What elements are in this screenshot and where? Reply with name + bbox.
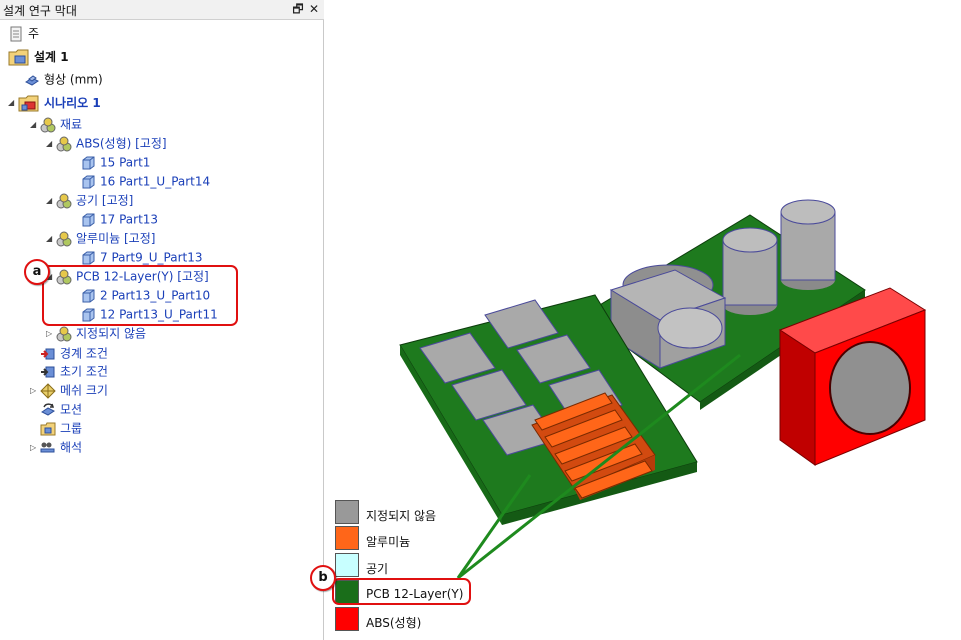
mesh-icon <box>40 382 56 399</box>
tree-item-aluminum-part1[interactable]: 7 Part9_U_Part13 <box>80 248 203 266</box>
collapse-arrow-icon[interactable]: ◢ <box>46 230 56 248</box>
tree-label-groups: 그룹 <box>60 421 83 436</box>
model-render <box>399 199 927 580</box>
tree-item-mesh[interactable]: ▷ 메쉬 크기 <box>30 381 108 399</box>
pcb-legend-highlight-box <box>332 578 471 605</box>
expand-arrow-icon[interactable]: ▷ <box>46 325 56 343</box>
tree-label-air-group: 공기 [고정] <box>76 193 134 208</box>
tree-label-unassigned: 지정되지 않음 <box>76 326 147 341</box>
part-icon <box>82 213 95 226</box>
tree-label-motion: 모션 <box>60 402 83 417</box>
collapse-arrow-icon[interactable]: ◢ <box>30 116 40 134</box>
tree-item-initial[interactable]: 초기 조건 <box>40 362 108 380</box>
legend-label-air: 공기 <box>366 562 389 576</box>
tree-item-geometry[interactable]: 형상 (mm) <box>24 70 103 88</box>
tree-label-scenario: 시나리오 1 <box>44 96 101 110</box>
geometry-icon <box>25 74 39 86</box>
tree-label-geometry: 형상 (mm) <box>44 72 103 87</box>
scenario-folder-icon <box>18 95 39 112</box>
solve-icon <box>40 442 55 452</box>
tree-label-study: 설계 1 <box>34 50 69 64</box>
legend-label-unassigned: 지정되지 않음 <box>366 509 437 523</box>
tree-item-aluminum-group[interactable]: ◢ 알루미늄 [고정] <box>46 229 155 247</box>
tree-label-abs-part1: 15 Part1 <box>100 155 151 170</box>
expand-arrow-icon[interactable]: ▷ <box>30 382 40 400</box>
legend-label-aluminum: 알루미늄 <box>366 535 411 549</box>
tree-item-abs-part1[interactable]: 15 Part1 <box>80 153 150 171</box>
legend-swatch-air <box>335 553 359 577</box>
tree-item-air-group[interactable]: ◢ 공기 [고정] <box>46 191 133 209</box>
tree-label-aluminum-group: 알루미늄 [고정] <box>76 231 156 246</box>
legend-swatch-abs <box>335 607 359 631</box>
tree-item-root[interactable]: 주 <box>8 24 39 42</box>
tree-item-boundary[interactable]: 경계 조건 <box>40 344 108 362</box>
close-icon[interactable]: ✕ <box>306 1 322 17</box>
collapse-arrow-icon[interactable]: ◢ <box>8 94 18 112</box>
tree-item-scenario[interactable]: ◢ 시나리오 1 <box>8 92 101 112</box>
restore-icon[interactable]: 🗗 <box>290 1 306 17</box>
tree-item-solve[interactable]: ▷ 해석 <box>30 438 82 456</box>
groups-folder-icon <box>40 422 56 435</box>
initial-condition-icon <box>41 366 55 377</box>
tree-label-abs-group: ABS(성형) [고정] <box>76 136 167 151</box>
tree-label-solve: 해석 <box>60 440 83 455</box>
legend-swatch-unassigned <box>335 500 359 524</box>
part-icon <box>82 175 95 188</box>
tree-label-boundary: 경계 조건 <box>60 346 108 361</box>
tree-label-root: 주 <box>28 26 40 41</box>
tree-item-motion[interactable]: 모션 <box>40 400 82 418</box>
study-folder-icon <box>8 49 29 66</box>
legend-swatch-aluminum <box>335 526 359 550</box>
tree-item-abs-group[interactable]: ◢ ABS(성형) [고정] <box>46 134 167 152</box>
tree-label-air-part1: 17 Part13 <box>100 212 159 227</box>
tree-item-unassigned[interactable]: ▷ 지정되지 않음 <box>46 324 146 342</box>
material-icon <box>56 326 72 341</box>
material-icon <box>56 231 72 246</box>
tree-label-initial: 초기 조건 <box>60 364 108 379</box>
expand-arrow-icon[interactable]: ▷ <box>30 439 40 457</box>
tree-label-materials: 재료 <box>60 117 83 132</box>
motion-icon <box>41 402 55 416</box>
callout-badge-a: a <box>24 259 50 285</box>
callout-badge-b: b <box>310 565 336 591</box>
tree-item-study[interactable]: 설계 1 <box>8 46 69 66</box>
panel-titlebar: 설계 연구 막대 🗗 ✕ <box>0 0 324 20</box>
tree-item-air-part1[interactable]: 17 Part13 <box>80 210 158 228</box>
tree-item-abs-part2[interactable]: 16 Part1_U_Part14 <box>80 172 210 190</box>
collapse-arrow-icon[interactable]: ◢ <box>46 192 56 210</box>
tree-item-groups[interactable]: 그룹 <box>40 419 82 437</box>
tree-item-materials[interactable]: ◢ 재료 <box>30 115 82 133</box>
collapse-arrow-icon[interactable]: ◢ <box>46 135 56 153</box>
document-icon <box>10 26 22 41</box>
legend-label-abs: ABS(성형) <box>366 616 422 630</box>
design-study-bar: 설계 연구 막대 🗗 ✕ 주 설계 1 형상 (mm) ◢ 시나리오 1 ◢ 재… <box>0 0 324 640</box>
panel-title: 설계 연구 막대 <box>3 4 77 18</box>
tree-label-mesh: 메쉬 크기 <box>60 383 108 398</box>
material-icon <box>56 193 72 208</box>
model-viewport[interactable] <box>324 0 961 640</box>
part-icon <box>82 251 95 264</box>
boundary-condition-icon <box>41 348 55 359</box>
part-icon <box>82 156 95 169</box>
pcb-highlight-box <box>42 265 238 326</box>
materials-icon <box>40 117 56 132</box>
tree-label-aluminum-part1: 7 Part9_U_Part13 <box>100 250 203 265</box>
tree-label-abs-part2: 16 Part1_U_Part14 <box>100 174 211 189</box>
material-icon <box>56 136 72 151</box>
